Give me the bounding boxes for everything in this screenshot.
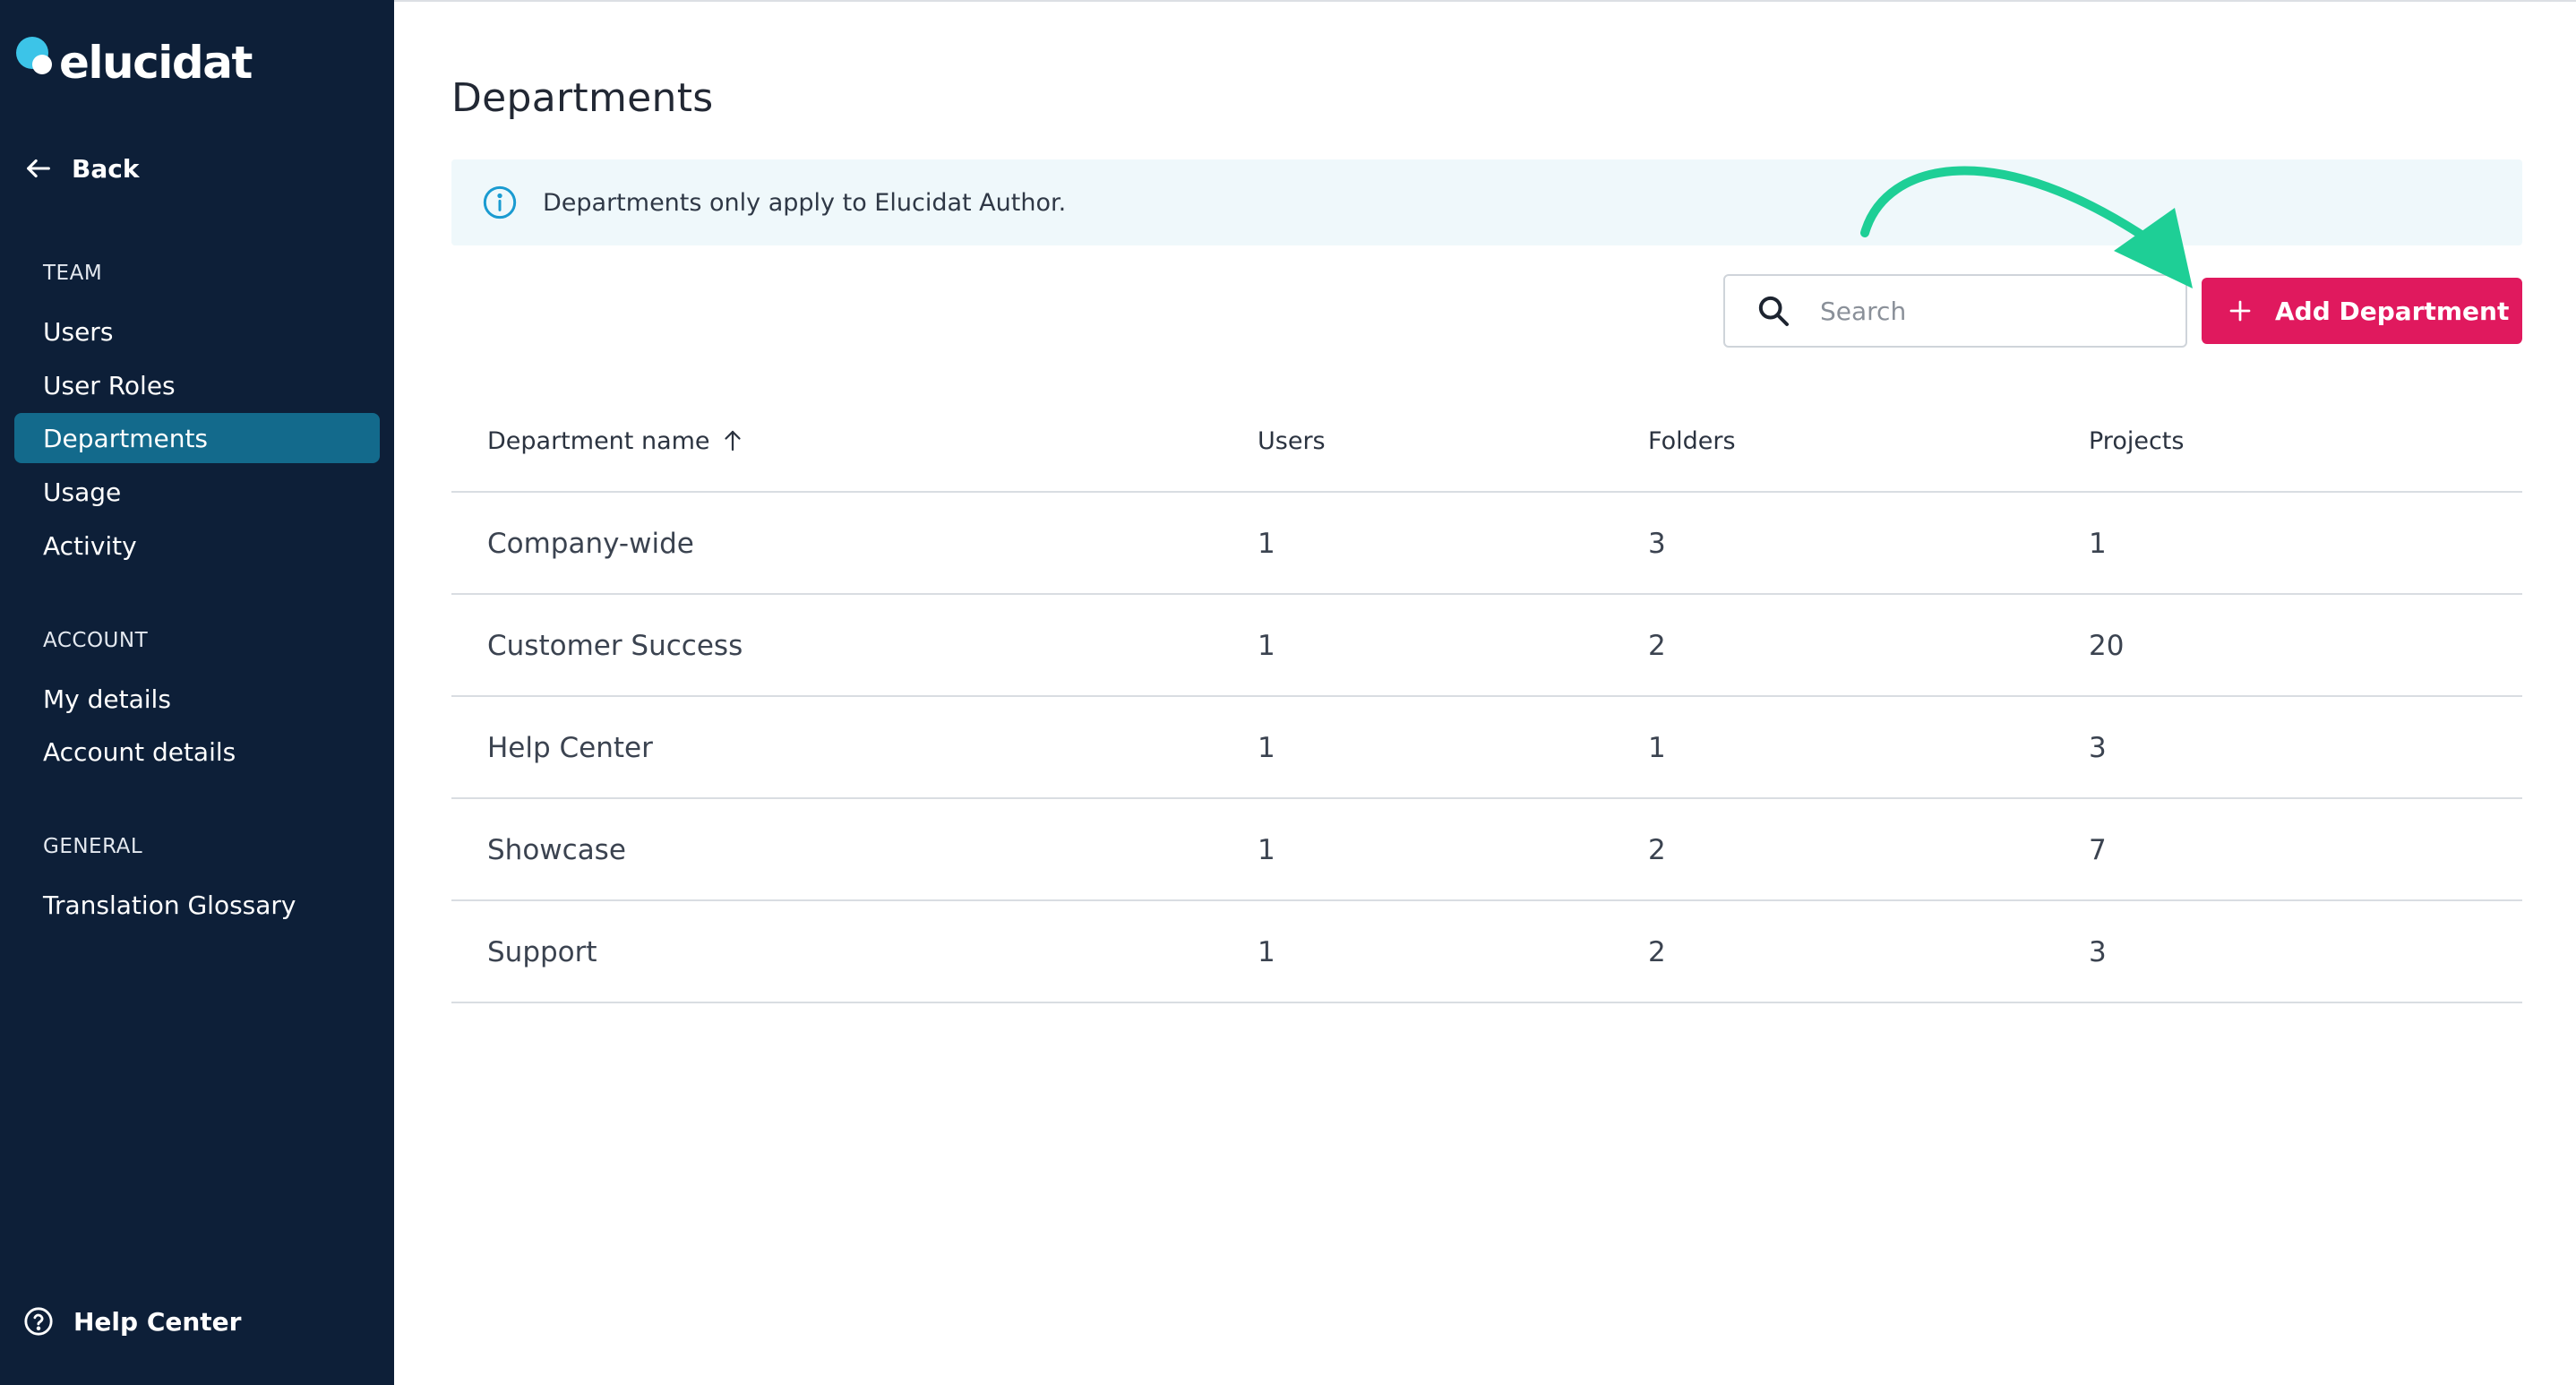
cell-users: 1 bbox=[1258, 528, 1275, 560]
column-header-users[interactable]: Users bbox=[1258, 389, 1326, 493]
sort-arrow-up-icon bbox=[724, 430, 741, 452]
search-icon bbox=[1758, 296, 1789, 326]
cell-folders: 2 bbox=[1648, 630, 1666, 662]
page-title: Departments bbox=[451, 75, 714, 121]
cell-projects: 1 bbox=[2089, 528, 2107, 560]
sidebar-item-translation-glossary[interactable]: Translation Glossary bbox=[14, 880, 380, 930]
cell-folders: 2 bbox=[1648, 936, 1666, 968]
column-header-label: Department name bbox=[487, 426, 710, 455]
table-row[interactable]: Help Center 1 1 3 bbox=[451, 697, 2522, 799]
table-row[interactable]: Showcase 1 2 7 bbox=[451, 799, 2522, 901]
sidebar-item-users[interactable]: Users bbox=[14, 306, 380, 357]
sidebar-item-my-details[interactable]: My details bbox=[14, 674, 380, 724]
cell-folders: 2 bbox=[1648, 834, 1666, 866]
cell-users: 1 bbox=[1258, 936, 1275, 968]
help-center-label: Help Center bbox=[73, 1306, 242, 1337]
cell-projects: 3 bbox=[2089, 936, 2107, 968]
cell-projects: 3 bbox=[2089, 732, 2107, 764]
help-circle-icon bbox=[24, 1307, 53, 1336]
info-icon bbox=[483, 185, 517, 219]
table-row[interactable]: Company-wide 1 3 1 bbox=[451, 493, 2522, 595]
sidebar-item-user-roles[interactable]: User Roles bbox=[14, 360, 380, 410]
cell-department-name: Company-wide bbox=[487, 528, 694, 560]
cell-department-name: Showcase bbox=[487, 834, 626, 866]
cell-folders: 1 bbox=[1648, 732, 1666, 764]
sidebar-item-activity[interactable]: Activity bbox=[14, 520, 380, 571]
sidebar-item-account-details[interactable]: Account details bbox=[14, 727, 380, 777]
section-label-general: GENERAL bbox=[43, 835, 143, 858]
cell-department-name: Help Center bbox=[487, 732, 653, 764]
logo-text: elucidat bbox=[59, 37, 253, 89]
section-label-account: ACCOUNT bbox=[43, 629, 149, 652]
cell-folders: 3 bbox=[1648, 528, 1666, 560]
cell-users: 1 bbox=[1258, 630, 1275, 662]
cell-projects: 20 bbox=[2089, 630, 2125, 662]
add-department-button[interactable]: Add Department bbox=[2202, 278, 2522, 344]
sidebar-item-departments[interactable]: Departments bbox=[14, 413, 380, 463]
departments-table: Department name Users Folders Projects C… bbox=[451, 389, 2522, 1003]
sidebar: elucidat Back TEAM Users User Roles Depa… bbox=[0, 0, 394, 1385]
add-department-label: Add Department bbox=[2275, 296, 2510, 326]
back-link[interactable]: Back bbox=[23, 151, 139, 186]
plus-icon bbox=[2229, 300, 2251, 322]
arrow-left-icon bbox=[27, 159, 50, 178]
table-row[interactable]: Customer Success 1 2 20 bbox=[451, 595, 2522, 697]
cell-users: 1 bbox=[1258, 732, 1275, 764]
column-header-department-name[interactable]: Department name bbox=[487, 389, 746, 493]
cell-users: 1 bbox=[1258, 834, 1275, 866]
back-label: Back bbox=[72, 153, 140, 184]
table-row[interactable]: Support 1 2 3 bbox=[451, 901, 2522, 1003]
help-center-link[interactable]: Help Center bbox=[23, 1303, 241, 1339]
info-text: Departments only apply to Elucidat Autho… bbox=[543, 188, 1067, 217]
elucidat-logo[interactable]: elucidat bbox=[16, 27, 253, 90]
cell-projects: 7 bbox=[2089, 834, 2107, 866]
table-header: Department name Users Folders Projects bbox=[451, 389, 2522, 493]
column-header-projects[interactable]: Projects bbox=[2089, 389, 2184, 493]
top-divider bbox=[394, 0, 2576, 2]
section-label-team: TEAM bbox=[43, 262, 103, 285]
cell-department-name: Customer Success bbox=[487, 630, 743, 662]
column-header-folders[interactable]: Folders bbox=[1648, 389, 1736, 493]
annotation-arrow-icon bbox=[1860, 166, 2193, 288]
cell-department-name: Support bbox=[487, 936, 597, 968]
logo-mark-icon bbox=[16, 37, 54, 80]
sidebar-item-usage[interactable]: Usage bbox=[14, 467, 380, 517]
